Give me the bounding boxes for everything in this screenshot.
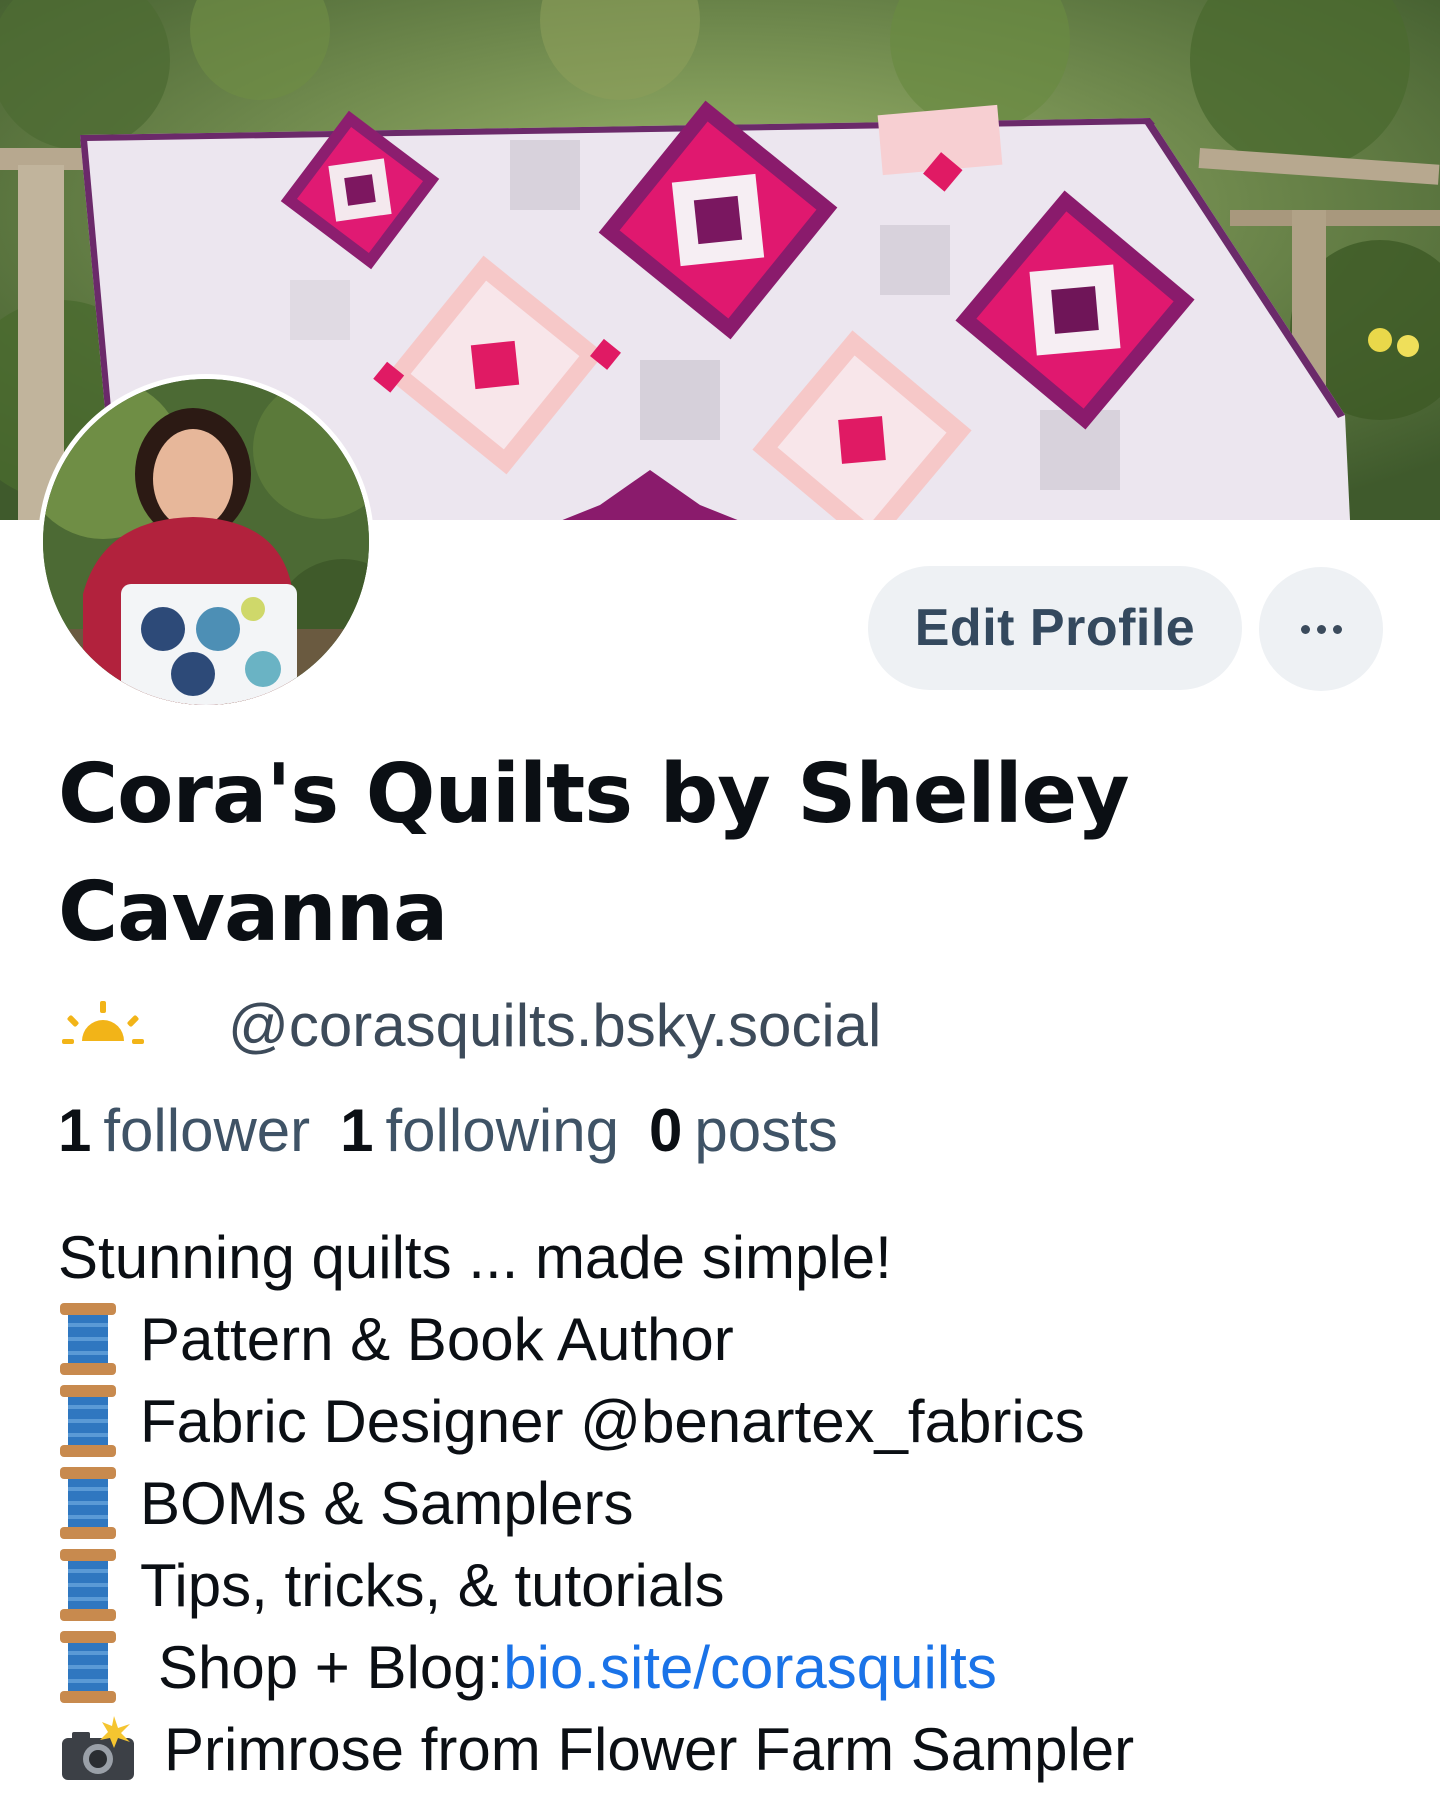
spool-of-thread-icon <box>60 1385 116 1457</box>
posts-stat: 0 posts <box>649 1096 838 1165</box>
avatar-photo <box>43 379 369 705</box>
handle-row: @corasquilts.bsky.social <box>60 985 881 1065</box>
display-name: Cora's Quilts by Shelley Cavanna <box>58 747 1130 960</box>
bio-line: Stunning quilts ... made simple! <box>58 1216 1398 1298</box>
camera-flash-icon <box>62 1716 134 1780</box>
sun-icon <box>62 1001 144 1044</box>
bio-line: Shop + Blog: bio.site/corasquilts <box>58 1626 1398 1708</box>
followers-count: 1 <box>58 1097 92 1164</box>
bio-line: Fabric Designer @benartex_fabrics <box>58 1380 1398 1462</box>
profile-handle[interactable]: @corasquilts.bsky.social <box>228 991 881 1060</box>
bio-line: BOMs & Samplers <box>58 1462 1398 1544</box>
bio-text: Pattern & Book Author <box>140 1305 734 1373</box>
spool-of-thread-icon <box>60 1631 116 1703</box>
following-stat[interactable]: 1 following <box>340 1096 619 1165</box>
bio-line: Primrose from Flower Farm Sampler <box>58 1708 1398 1790</box>
bio-tagline: Stunning quilts ... made simple! <box>58 1223 892 1291</box>
spool-of-thread-icon <box>60 1303 116 1375</box>
spool-of-thread-icon <box>60 1549 116 1621</box>
followers-label: follower <box>103 1097 311 1164</box>
posts-label: posts <box>694 1097 838 1164</box>
profile-bio: Stunning quilts ... made simple! Pattern… <box>58 1216 1398 1790</box>
following-count: 1 <box>340 1097 374 1164</box>
spool-of-thread-icon <box>60 1467 116 1539</box>
more-options-button[interactable] <box>1259 567 1383 691</box>
more-dots-icon <box>1316 624 1326 634</box>
more-dots-icon <box>1332 624 1342 634</box>
bio-text: Tips, tricks, & tutorials <box>140 1551 725 1619</box>
bio-line: Tips, tricks, & tutorials <box>58 1544 1398 1626</box>
following-label: following <box>385 1097 619 1164</box>
edit-profile-button[interactable]: Edit Profile <box>868 566 1242 690</box>
bio-line: Pattern & Book Author <box>58 1298 1398 1380</box>
bio-text: Shop + Blog: <box>158 1633 504 1701</box>
posts-count: 0 <box>648 1097 683 1164</box>
bio-text: BOMs & Samplers <box>140 1469 634 1537</box>
followers-stat[interactable]: 1 follower <box>58 1096 310 1165</box>
more-dots-icon <box>1300 624 1310 634</box>
avatar[interactable] <box>38 374 374 710</box>
bio-link[interactable]: bio.site/corasquilts <box>503 1633 997 1702</box>
profile-stats: 1 follower 1 following 0 posts <box>58 1096 868 1176</box>
bio-text: Fabric Designer @benartex_fabrics <box>140 1387 1085 1455</box>
bio-text: Primrose from Flower Farm Sampler <box>164 1715 1135 1783</box>
